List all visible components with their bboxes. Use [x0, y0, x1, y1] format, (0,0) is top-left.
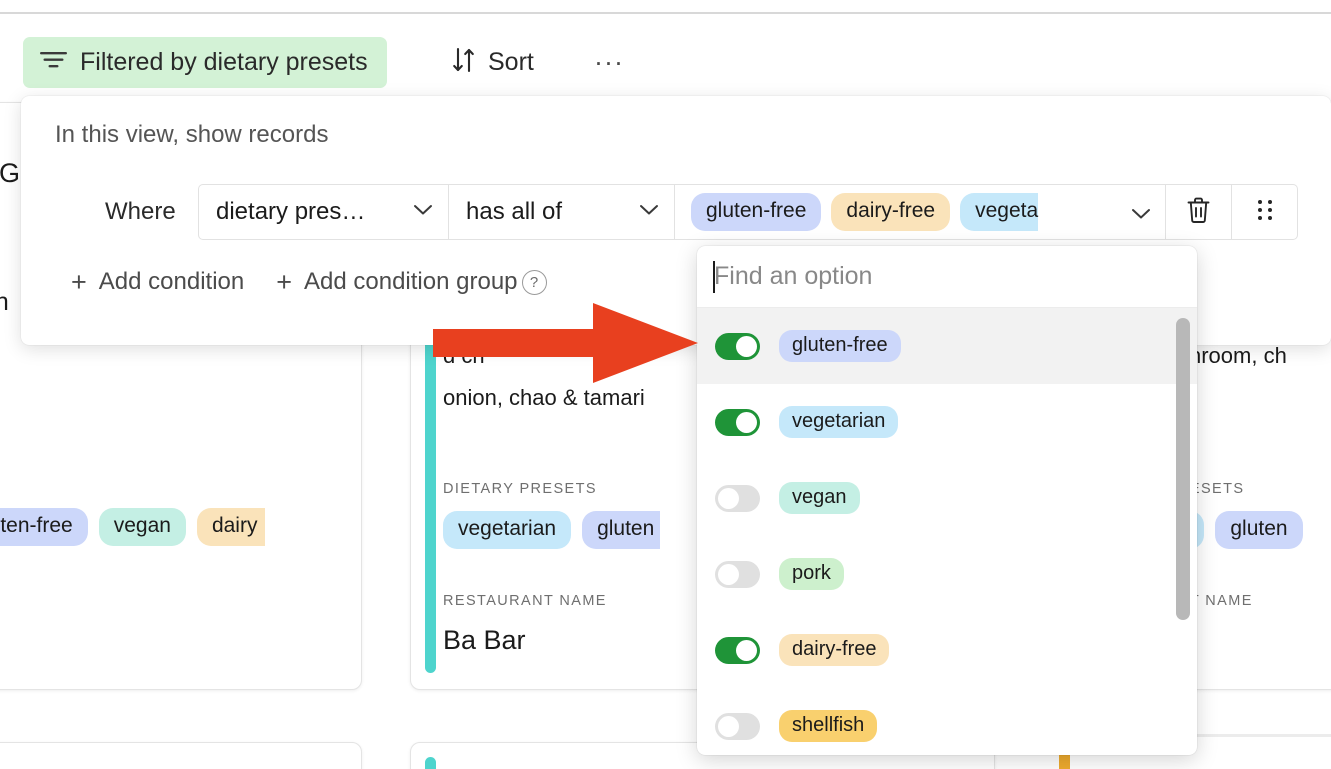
option-dropdown: gluten-free vegetarian vegan pork	[697, 246, 1197, 755]
add-condition-label: Add condition	[98, 268, 245, 295]
toggle-switch[interactable]	[715, 560, 760, 588]
plus-icon: +	[71, 266, 87, 297]
where-label: Where	[105, 198, 176, 225]
delete-condition-button[interactable]	[1166, 184, 1232, 240]
option-search-row	[697, 246, 1197, 308]
record-card-bottom-left[interactable]	[0, 742, 362, 769]
drag-condition-handle[interactable]	[1232, 184, 1298, 240]
toggle-switch[interactable]	[715, 484, 760, 512]
value-chips-select[interactable]: gluten-free dairy-free vegeta	[675, 184, 1166, 240]
option-item-gluten-free[interactable]: gluten-free	[697, 308, 1197, 384]
option-item-vegan[interactable]: vegan	[697, 460, 1197, 536]
option-item-pork[interactable]: pork	[697, 536, 1197, 612]
middle-card-preset-chips: vegetarian gluten	[443, 511, 661, 549]
toggle-switch[interactable]	[715, 636, 760, 664]
option-item-shellfish[interactable]: shellfish	[697, 688, 1197, 755]
toggle-switch[interactable]	[715, 712, 760, 740]
operator-select-value: has all of	[466, 198, 563, 225]
toggle-knob	[718, 487, 739, 509]
list-item: gluten	[1215, 511, 1303, 549]
left-card-fragment-mid: en	[0, 288, 9, 317]
chevron-down-icon[interactable]	[1131, 207, 1151, 225]
dropdown-scrollbar-thumb[interactable]	[1176, 318, 1190, 620]
view-toolbar: Filtered by dietary presets Sort ···	[0, 13, 1331, 93]
field-select[interactable]: dietary pres…	[198, 184, 449, 240]
red-pointer-arrow	[433, 303, 698, 388]
option-label: vegan	[779, 481, 860, 515]
filter-lines-icon	[40, 51, 67, 74]
list-item: luten-free	[0, 508, 88, 546]
sort-button-label: Sort	[488, 48, 534, 76]
option-label: pork	[779, 557, 844, 591]
more-dots-icon: ···	[594, 47, 624, 77]
middle-card-restaurant-label: RESTAURANT NAME	[443, 593, 607, 609]
toggle-switch[interactable]	[715, 332, 760, 360]
chevron-down-icon	[413, 203, 433, 221]
toggle-knob	[736, 639, 757, 661]
list-item: vegetarian	[443, 511, 572, 549]
left-card-chip-row: luten-free vegan dairy	[0, 508, 266, 546]
option-label: dairy-free	[779, 633, 890, 667]
question-mark-icon[interactable]: ?	[521, 269, 547, 295]
toggle-knob	[736, 335, 757, 357]
sort-button[interactable]: Sort	[440, 37, 546, 88]
status-badge: gluten-free	[691, 193, 822, 231]
card-accent-bar	[425, 757, 436, 769]
more-options-button[interactable]: ···	[589, 37, 629, 88]
filter-condition-row: Where dietary pres… has all of gluten-fr…	[55, 184, 1298, 240]
option-label: vegetarian	[779, 405, 899, 439]
option-search-input[interactable]	[714, 262, 1154, 291]
filter-panel-heading: In this view, show records	[55, 121, 329, 148]
list-item: gluten	[582, 511, 661, 549]
status-badge: dairy-free	[831, 193, 951, 231]
text-caret	[713, 261, 715, 293]
option-label: shellfish	[779, 709, 878, 743]
filter-button-label: Filtered by dietary presets	[80, 48, 368, 76]
drag-dots-icon	[1256, 198, 1274, 227]
middle-card-presets-label: DIETARY PRESETS	[443, 481, 597, 497]
filter-button[interactable]: Filtered by dietary presets	[23, 37, 387, 88]
plus-icon: +	[276, 266, 293, 297]
trash-icon	[1186, 196, 1211, 229]
add-condition-group-label: Add condition group	[304, 268, 518, 295]
middle-card-restaurant-name: Ba Bar	[443, 625, 526, 655]
toggle-switch[interactable]	[715, 408, 760, 436]
status-badge: vegeta	[960, 193, 1039, 231]
sort-arrows-icon	[452, 47, 476, 78]
list-item: vegan	[98, 508, 186, 546]
chevron-down-icon	[639, 203, 659, 221]
add-condition-group-button[interactable]: + Add condition group	[276, 268, 517, 296]
field-select-value: dietary pres…	[216, 198, 366, 225]
filter-add-row: + Add condition + Add condition group ?	[71, 268, 547, 296]
app-root: EG en luten-free vegan dairy d ch onion,…	[0, 0, 1331, 769]
toggle-knob	[718, 715, 739, 737]
option-list: gluten-free vegetarian vegan pork dairy-…	[697, 308, 1197, 755]
option-item-dairy-free[interactable]: dairy-free	[697, 612, 1197, 688]
left-card-fragment-top: EG	[0, 158, 21, 188]
toggle-knob	[736, 411, 757, 433]
operator-select[interactable]: has all of	[449, 184, 675, 240]
toggle-knob	[718, 563, 739, 585]
option-label: gluten-free	[779, 329, 901, 363]
option-item-vegetarian[interactable]: vegetarian	[697, 384, 1197, 460]
dropdown-scrollbar[interactable]	[1176, 314, 1190, 745]
list-item: dairy	[196, 508, 266, 546]
add-condition-button[interactable]: + Add condition	[71, 268, 276, 296]
